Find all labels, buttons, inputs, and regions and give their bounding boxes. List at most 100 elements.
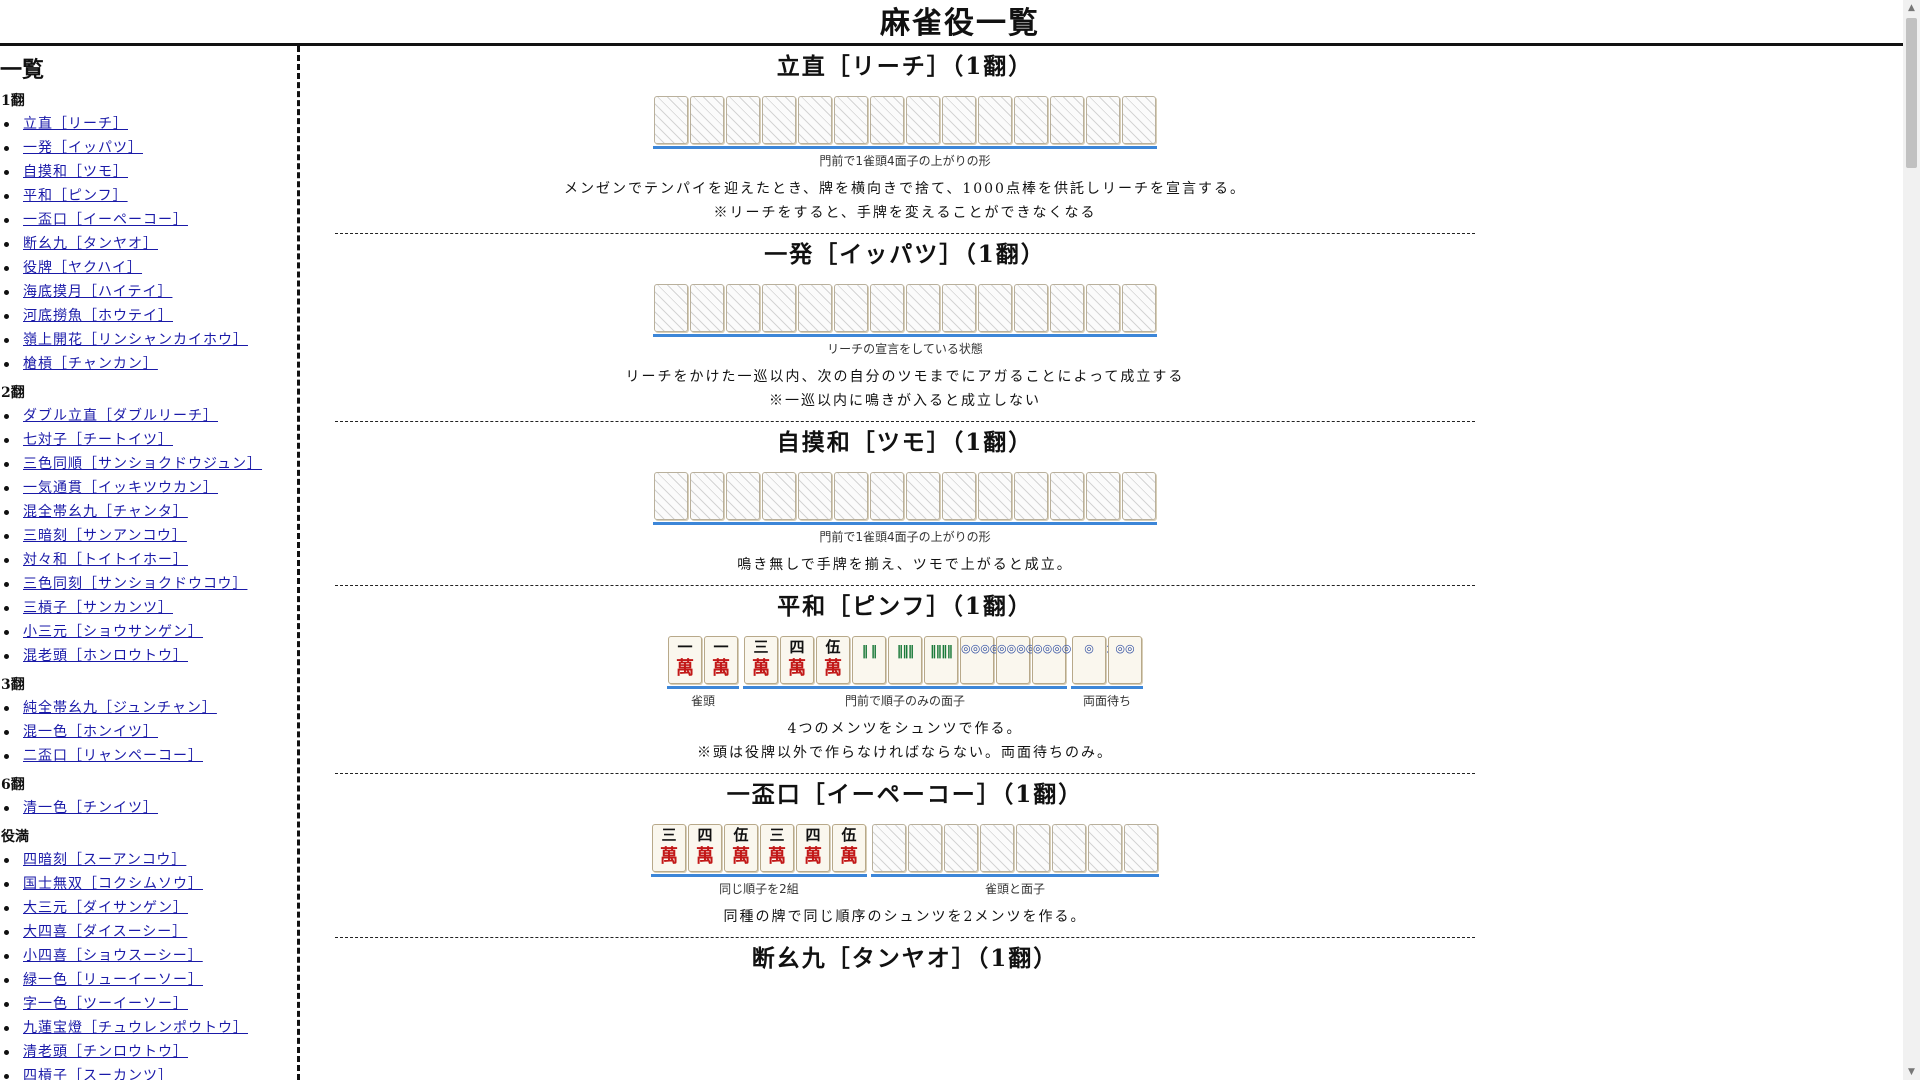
sidebar-link[interactable]: 役牌［ヤクハイ］	[23, 260, 142, 276]
sidebar-link[interactable]: 大四喜［ダイスーシー］	[23, 924, 187, 940]
sidebar-link[interactable]: 河底撈魚［ホウテイ］	[23, 308, 173, 324]
tile-suit: 萬	[824, 658, 842, 679]
sidebar-link[interactable]: 嶺上開花［リンシャンカイホウ］	[23, 332, 248, 348]
sidebar-list: 立直［リーチ］ 一発［イッパツ］ 自摸和［ツモ］ 平和［ピンフ］ 一盃口［イーペーコー］…	[0, 112, 297, 376]
yaku-description: 同種の牌で同じ順序のシュンツを2メンツを作る。	[335, 905, 1475, 937]
yaku-description: リーチをかけた一巡以内、次の自分のツモまでにアガることによって成立する ※一巡以内…	[335, 365, 1475, 421]
sidebar-link[interactable]: 七対子［チートイツ］	[23, 432, 173, 448]
mahjong-tile-icon: ‖ ‖	[852, 636, 886, 684]
sidebar-link[interactable]: 国士無双［コクシムソウ］	[23, 876, 203, 892]
sidebar-link[interactable]: 自摸和［ツモ］	[23, 164, 128, 180]
tile-group-underline	[1071, 686, 1143, 689]
yaku-title: 立直［リーチ］（1翻）	[776, 53, 1034, 80]
sidebar-link[interactable]: 九蓮宝燈［チュウレンポウトウ］	[23, 1020, 248, 1036]
sidebar-link[interactable]: 三暗刻［サンアンコウ］	[23, 528, 187, 544]
yaku-section: 平和［ピンフ］（1翻）一萬一萬雀頭三萬四萬伍萬 ‖ ‖ ‖‖‖ ‖‖‖‖ ◎◎◎◎◎◎ ◎…	[335, 586, 1475, 774]
mahjong-tile-icon: 三萬	[652, 824, 686, 872]
sidebar-list-item: 断幺九［タンヤオ］	[0, 232, 297, 256]
blank-tile-icon	[798, 472, 832, 520]
blank-tile-icon	[762, 284, 796, 332]
blank-tile-icon	[1122, 472, 1156, 520]
sidebar-link[interactable]: 槍槓［チャンカン］	[23, 356, 158, 372]
sidebar-link[interactable]: 一盃口［イーペーコー］	[23, 212, 188, 228]
sidebar-link[interactable]: 三槓子［サンカンツ］	[23, 600, 173, 616]
blank-tile-icon	[1088, 824, 1122, 872]
sidebar-link[interactable]: 立直［リーチ］	[23, 116, 128, 132]
tile-group-underline	[743, 686, 1067, 689]
sidebar-link[interactable]: 四槓子［スーカンツ］	[23, 1068, 173, 1080]
tile-group: 門前で1雀頭4面子の上がりの形	[653, 96, 1157, 169]
sidebar-link[interactable]: 清一色［チンイツ］	[23, 800, 158, 816]
sidebar-list-item: 一発［イッパツ］	[0, 136, 297, 160]
sidebar-link[interactable]: 大三元［ダイサンゲン］	[23, 900, 188, 916]
blank-tile-icon	[654, 472, 688, 520]
scroll-down-arrow-icon[interactable]: ▼	[1903, 1064, 1920, 1080]
tile-row	[653, 472, 1157, 520]
sidebar-group: 1翻 立直［リーチ］ 一発［イッパツ］ 自摸和［ツモ］ 平和［ピンフ］ 一盃口［イーペーコ…	[0, 90, 297, 376]
tile-row	[871, 824, 1159, 872]
description-line: メンゼンでテンパイを迎えたとき、牌を横向きで捨て、1000点棒を供託しリーチを宣…	[564, 181, 1246, 197]
sidebar-link[interactable]: 字一色［ツーイーソー］	[23, 996, 188, 1012]
hand-tiles: 一萬一萬雀頭三萬四萬伍萬‖ ‖‖‖‖‖‖‖‖◎◎◎◎◎◎◎◎◎◎◎◎◎◎◎◎◎◎…	[335, 636, 1475, 709]
sidebar-link[interactable]: ダブル立直［ダブルリーチ］	[23, 408, 218, 424]
sidebar-group-title: 6翻	[1, 777, 25, 793]
sidebar-link[interactable]: 清老頭［チンロウトウ］	[23, 1044, 188, 1060]
blank-tile-icon	[726, 472, 760, 520]
sidebar-list-item: 国士無双［コクシムソウ］	[0, 872, 297, 896]
blank-tile-icon	[1050, 284, 1084, 332]
sidebar-link[interactable]: 混老頭［ホンロウトウ］	[23, 648, 188, 664]
scroll-up-arrow-icon[interactable]: ▲	[1903, 0, 1920, 16]
blank-tile-icon	[654, 284, 688, 332]
sidebar-link[interactable]: 混一色［ホンイツ］	[23, 724, 158, 740]
sidebar-group: 2翻 ダブル立直［ダブルリーチ］ 七対子［チートイツ］ 三色同順［サンショクドウジュン…	[0, 382, 297, 668]
vertical-scrollbar[interactable]: ▲ ▼	[1903, 0, 1920, 1080]
tile-group-caption: 両面待ち	[1082, 694, 1131, 708]
blank-tile-icon	[870, 96, 904, 144]
sidebar-link[interactable]: 小四喜［ショウスーシー］	[23, 948, 203, 964]
sidebar-link[interactable]: 対々和［トイトイホー］	[23, 552, 188, 568]
blank-tile-icon	[980, 824, 1014, 872]
mahjong-tile-icon: 四萬	[796, 824, 830, 872]
scrollbar-thumb[interactable]	[1906, 18, 1917, 168]
tile-suit: 萬	[732, 846, 750, 867]
sidebar-list-item: 大四喜［ダイスーシー］	[0, 920, 297, 944]
sidebar-link[interactable]: 混全帯幺九［チャンタ］	[23, 504, 188, 520]
yaku-section: 一盃口［イーペーコー］（1翻）三萬四萬伍萬三萬四萬伍萬同じ順子を2組 雀頭と面子同…	[335, 774, 1475, 938]
tile-rank: 三	[661, 826, 677, 844]
description-line: リーチをかけた一巡以内、次の自分のツモまでにアガることによって成立する	[625, 369, 1185, 385]
sidebar-link[interactable]: 海底摸月［ハイテイ］	[23, 284, 172, 300]
blank-tile-icon	[942, 284, 976, 332]
tile-group-caption: 門前で順子のみの面子	[844, 694, 965, 708]
blank-tile-icon	[906, 472, 940, 520]
mahjong-tile-icon: ◎◎◎◎◎◎◎	[996, 636, 1064, 684]
sidebar-link[interactable]: 平和［ピンフ］	[23, 188, 128, 204]
yaku-description: メンゼンでテンパイを迎えたとき、牌を横向きで捨て、1000点棒を供託しリーチを宣…	[335, 177, 1475, 233]
sidebar-list-item: 槍槓［チャンカン］	[0, 352, 297, 376]
tile-suit: 萬	[788, 658, 806, 679]
sidebar-link[interactable]: 緑一色［リューイーソー］	[23, 972, 203, 988]
tile-group: 一萬一萬雀頭	[667, 636, 739, 709]
sidebar-link[interactable]: 一発［イッパツ］	[23, 140, 143, 156]
sidebar-link[interactable]: 小三元［ショウサンゲン］	[23, 624, 203, 640]
sidebar-link[interactable]: 一気通貫［イッキツウカン］	[23, 480, 218, 496]
sidebar-link[interactable]: 断幺九［タンヤオ］	[23, 236, 158, 252]
yaku-title: 断幺九［タンヤオ］（1翻）	[751, 945, 1059, 972]
blank-tile-icon	[1050, 472, 1084, 520]
tile-group-caption: 雀頭	[690, 694, 715, 708]
sidebar-link[interactable]: 純全帯幺九［ジュンチャン］	[23, 700, 217, 716]
description-line: 4つのメンツをシュンツで作る。	[787, 721, 1023, 737]
sidebar-link[interactable]: 四暗刻［スーアンコウ］	[23, 852, 186, 868]
tile-group: 門前で1雀頭4面子の上がりの形	[653, 472, 1157, 545]
mahjong-tile-icon: ‖‖‖	[888, 636, 922, 684]
sidebar-index: 一覧 1翻 立直［リーチ］ 一発［イッパツ］ 自摸和［ツモ］ 平和［ピンフ］ 一盃口［イー…	[0, 46, 300, 1080]
mahjong-tile-icon: 伍萬	[724, 824, 758, 872]
sidebar-link[interactable]: 三色同刻［サンショクドウコウ］	[23, 576, 247, 592]
tile-group: 三萬四萬伍萬三萬四萬伍萬同じ順子を2組	[651, 824, 867, 897]
blank-tile-icon	[762, 472, 796, 520]
sidebar-groups: 1翻 立直［リーチ］ 一発［イッパツ］ 自摸和［ツモ］ 平和［ピンフ］ 一盃口［イーペーコ…	[0, 90, 297, 1080]
bamboo-pattern: ‖ ‖	[861, 644, 878, 659]
sidebar-link[interactable]: 三色同順［サンショクドウジュン］	[23, 456, 262, 472]
hand-tiles: 門前で1雀頭4面子の上がりの形	[335, 96, 1475, 169]
tile-row	[653, 96, 1157, 144]
sidebar-link[interactable]: 二盃口［リャンペーコー］	[23, 748, 203, 764]
